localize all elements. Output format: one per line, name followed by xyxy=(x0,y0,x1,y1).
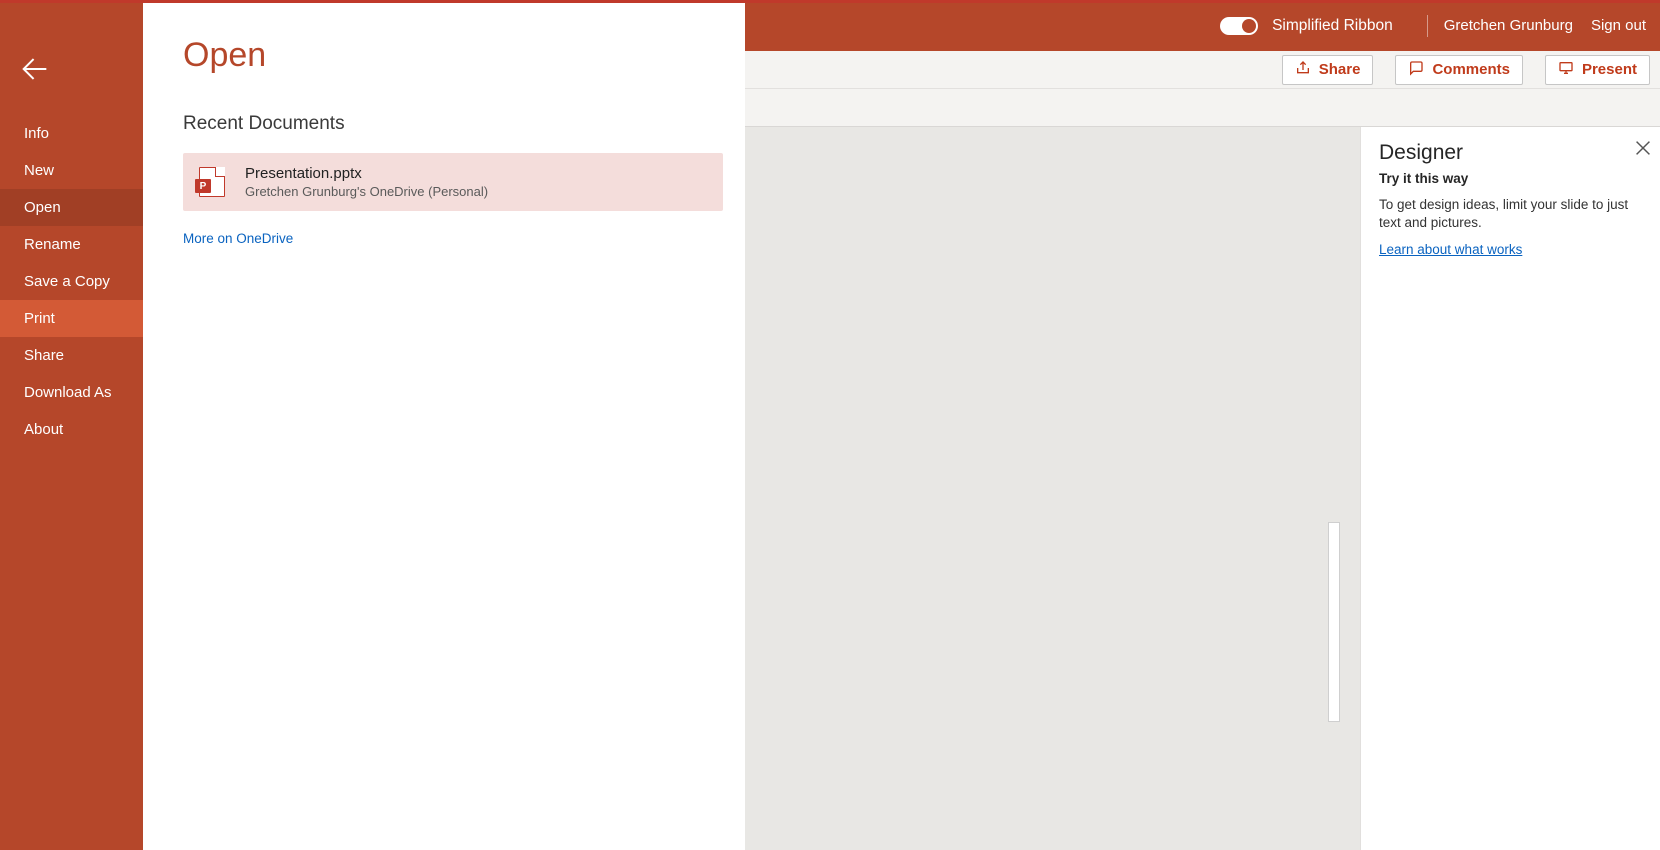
comments-label: Comments xyxy=(1432,61,1510,78)
divider xyxy=(1427,15,1428,37)
thumbnail-scrollbar[interactable] xyxy=(1328,522,1340,722)
designer-learn-link[interactable]: Learn about what works xyxy=(1379,242,1522,257)
recent-file-location: Gretchen Grunburg's OneDrive (Personal) xyxy=(245,184,488,199)
pptx-badge: P xyxy=(195,179,211,193)
share-button[interactable]: Share xyxy=(1282,55,1374,85)
comment-icon xyxy=(1408,60,1424,80)
share-label: Share xyxy=(1319,61,1361,78)
comments-button[interactable]: Comments xyxy=(1395,55,1523,85)
designer-title: Designer xyxy=(1379,141,1642,165)
backstage-title: Open xyxy=(183,36,709,75)
pptx-file-icon: P xyxy=(199,167,225,197)
user-name[interactable]: Gretchen Grunburg xyxy=(1444,17,1573,34)
backstage-item-share[interactable]: Share xyxy=(0,337,143,374)
sign-out-link[interactable]: Sign out xyxy=(1591,17,1646,34)
backstage-panel: Info New Open Rename Save a Copy Print S… xyxy=(0,0,745,850)
backstage-item-print[interactable]: Print xyxy=(0,300,143,337)
backstage-item-about[interactable]: About xyxy=(0,411,143,448)
backstage-item-rename[interactable]: Rename xyxy=(0,226,143,263)
backstage-item-download-as[interactable]: Download As xyxy=(0,374,143,411)
backstage-item-info[interactable]: Info xyxy=(0,115,143,152)
backstage-sidebar: Info New Open Rename Save a Copy Print S… xyxy=(0,0,143,850)
backstage-item-save-copy[interactable]: Save a Copy xyxy=(0,263,143,300)
designer-body: To get design ideas, limit your slide to… xyxy=(1379,196,1642,232)
backstage-menu: Info New Open Rename Save a Copy Print S… xyxy=(0,115,143,448)
recent-file-name: Presentation.pptx xyxy=(245,165,488,182)
present-button[interactable]: Present xyxy=(1545,55,1650,85)
top-strip xyxy=(0,0,1660,3)
present-label: Present xyxy=(1582,61,1637,78)
more-on-onedrive-link[interactable]: More on OneDrive xyxy=(183,231,709,246)
present-icon xyxy=(1558,60,1574,80)
designer-subtitle: Try it this way xyxy=(1379,171,1642,186)
simplified-ribbon-label: Simplified Ribbon xyxy=(1272,17,1393,35)
recent-file-row[interactable]: P Presentation.pptx Gretchen Grunburg's … xyxy=(183,153,723,211)
close-icon[interactable] xyxy=(1632,137,1654,159)
share-icon xyxy=(1295,60,1311,80)
back-arrow-icon[interactable] xyxy=(18,52,52,86)
simplified-ribbon-toggle[interactable] xyxy=(1220,17,1258,35)
designer-pane: Designer Try it this way To get design i… xyxy=(1360,127,1660,850)
backstage-item-open[interactable]: Open xyxy=(0,189,143,226)
recent-documents-heading: Recent Documents xyxy=(183,113,709,135)
backstage-main: Open Recent Documents P Presentation.ppt… xyxy=(143,0,745,850)
backstage-item-new[interactable]: New xyxy=(0,152,143,189)
